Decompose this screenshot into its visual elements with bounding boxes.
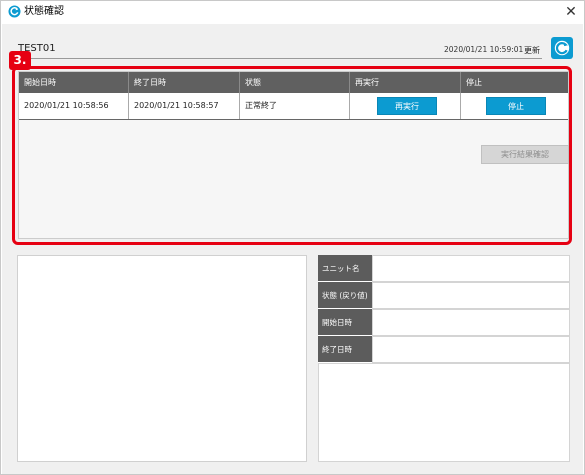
detail-footer-panel [318,363,570,462]
start-label: 開始日時 [318,309,372,336]
client-area: TEST01 2020/01/21 10:59:01 更新 開始日時 終了日時 … [2,24,583,474]
unit-name-value [372,255,570,282]
status-confirm-window: 状態確認 ✕ TEST01 2020/01/21 10:59:01 更新 開始日… [0,0,585,475]
refresh-circle-icon [8,5,21,18]
step-badge: 3. [9,51,31,70]
detail-row-end: 終了日時 [318,336,570,363]
status-label: 状態 (戻り値) [318,282,372,309]
update-label: 更新 [524,46,540,55]
end-label: 終了日時 [318,336,372,363]
title-bar: 状態確認 ✕ [1,1,584,23]
start-value [372,309,570,336]
status-value [372,282,570,309]
last-updated-timestamp: 2020/01/21 10:59:01 [444,45,524,54]
result-confirm-button[interactable]: 実行結果確認 [481,145,569,164]
end-value [372,336,570,363]
close-icon[interactable]: ✕ [562,3,580,21]
window-title: 状態確認 [24,6,64,17]
unit-name-label: ユニット名 [318,255,372,282]
detail-row-status: 状態 (戻り値) [318,282,570,309]
detail-row-unit-name: ユニット名 [318,255,570,282]
header-divider [12,58,542,59]
refresh-icon[interactable] [551,37,573,59]
detail-row-start: 開始日時 [318,309,570,336]
log-panel [17,255,307,462]
